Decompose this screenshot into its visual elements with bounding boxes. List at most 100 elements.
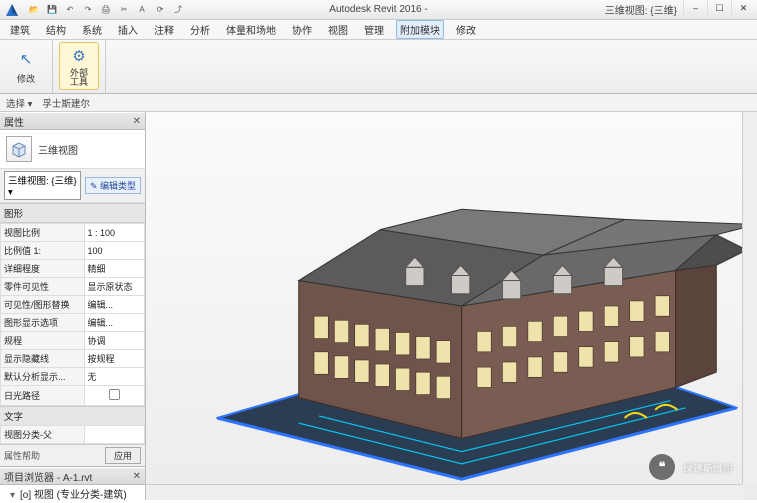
viewport-scrollbar-vertical[interactable]	[742, 112, 757, 484]
prop-val-checkbox[interactable]	[84, 386, 144, 406]
main-area: 属性 ✕ 三维视图 三维视图: {三维} ▾ ✎ 编辑类型 图形 视图比例1 :…	[0, 112, 757, 500]
tab-annotate[interactable]: 注释	[150, 20, 178, 39]
prop-val[interactable]: 1 : 100	[84, 224, 144, 242]
type-label: 三维视图	[38, 142, 78, 157]
tab-analyze[interactable]: 分析	[186, 20, 214, 39]
tab-view[interactable]: 视图	[324, 20, 352, 39]
file-info: 三维视图: {三维}	[605, 2, 677, 17]
prop-key: 显示隐藏线	[1, 350, 85, 368]
browser-close-icon[interactable]: ✕	[133, 471, 141, 482]
maximize-button[interactable]: ☐	[707, 0, 731, 16]
properties-header[interactable]: 属性 ✕	[0, 112, 145, 130]
prop-key: 视图比例	[1, 224, 85, 242]
prop-key: 可见性/图形替换	[1, 296, 85, 314]
qat-text-icon[interactable]: A	[135, 3, 149, 17]
properties-panel: 属性 ✕ 三维视图 三维视图: {三维} ▾ ✎ 编辑类型 图形 视图比例1 :…	[0, 112, 145, 467]
qat-cut-icon[interactable]: ✂	[117, 3, 131, 17]
project-browser[interactable]: ▾[o] 视图 (专业分类-建筑) ▾01建模 ▾ 楼层平面 -1F -2F 1…	[0, 485, 145, 500]
cursor-icon: ↖	[15, 48, 37, 70]
watermark: ❝ 绿建斯维尔	[649, 454, 733, 480]
edit-type-button[interactable]: ✎ 编辑类型	[85, 177, 141, 194]
properties-footer: 属性帮助 应用	[0, 444, 145, 466]
prop-val[interactable]: 编辑...	[84, 296, 144, 314]
category-text: 文字	[0, 406, 145, 425]
qat-open-icon[interactable]: 📂	[27, 3, 41, 17]
tab-collaborate[interactable]: 协作	[288, 20, 316, 39]
minimize-button[interactable]: –	[683, 0, 707, 16]
external-tools-button[interactable]: ⚙ 外部 工具	[59, 42, 99, 90]
ribbon-group-select: ↖ 修改	[0, 40, 53, 93]
prop-val[interactable]: 无	[84, 368, 144, 386]
app-logo	[3, 1, 21, 19]
window-buttons: – ☐ ✕	[683, 0, 755, 16]
building-model	[146, 112, 757, 500]
properties-table-2: 视图分类-父	[0, 425, 145, 444]
qat-print-icon[interactable]: 🖨	[99, 3, 113, 17]
app-title: Autodesk Revit 2016 -	[329, 4, 427, 15]
sunpath-checkbox[interactable]	[109, 389, 120, 400]
prop-val[interactable]: 100	[84, 242, 144, 260]
tab-massing[interactable]: 体量和场地	[222, 20, 280, 39]
prop-row: 规程协调	[1, 332, 145, 350]
properties-table: 视图比例1 : 100 比例值 1:100 详细程度精细 零件可见性显示原状态 …	[0, 223, 145, 406]
prop-key: 详细程度	[1, 260, 85, 278]
qat-sync-icon[interactable]: ⟳	[153, 3, 167, 17]
qat-redo-icon[interactable]: ↷	[81, 3, 95, 17]
prop-val[interactable]: 精细	[84, 260, 144, 278]
browser-header[interactable]: 项目浏览器 - A-1.rvt ✕	[0, 467, 145, 485]
apply-button[interactable]: 应用	[105, 447, 141, 464]
prop-key: 默认分析显示...	[1, 368, 85, 386]
viewport-3d[interactable]	[146, 112, 757, 500]
qat-undo-icon[interactable]: ↶	[63, 3, 77, 17]
prop-val[interactable]: 显示原状态	[84, 278, 144, 296]
type-selector[interactable]: 三维视图	[0, 130, 145, 168]
instance-combo[interactable]: 三维视图: {三维} ▾	[4, 171, 81, 200]
prop-row: 比例值 1:100	[1, 242, 145, 260]
browser-title: 项目浏览器 - A-1.rvt	[4, 469, 92, 484]
browser-root[interactable]: ▾[o] 视图 (专业分类-建筑)	[10, 485, 145, 500]
tab-systems[interactable]: 系统	[78, 20, 106, 39]
properties-close-icon[interactable]: ✕	[133, 116, 141, 127]
prop-row: 日光路径	[1, 386, 145, 406]
tab-manage[interactable]: 管理	[360, 20, 388, 39]
close-button[interactable]: ✕	[731, 0, 755, 16]
ribbon-panel: ↖ 修改 ⚙ 外部 工具	[0, 40, 757, 94]
select-dropdown[interactable]: 选择 ▾	[6, 96, 32, 110]
instance-row: 三维视图: {三维} ▾ ✎ 编辑类型	[0, 168, 145, 203]
prop-row: 可见性/图形替换编辑...	[1, 296, 145, 314]
wechat-icon: ❝	[649, 454, 675, 480]
prop-val[interactable]: 编辑...	[84, 314, 144, 332]
prop-val[interactable]: 协调	[84, 332, 144, 350]
ribbon-group-external: ⚙ 外部 工具	[53, 40, 106, 93]
properties-title: 属性	[4, 114, 24, 129]
prop-key: 比例值 1:	[1, 242, 85, 260]
prop-row: 视图比例1 : 100	[1, 224, 145, 242]
prop-row: 视图分类-父	[1, 426, 145, 444]
viewport-scrollbar-horizontal[interactable]	[146, 484, 742, 500]
prop-key: 规程	[1, 332, 85, 350]
title-bar: 📂 💾 ↶ ↷ 🖨 ✂ A ⟳ ⤴ Autodesk Revit 2016 - …	[0, 0, 757, 20]
prop-val[interactable]	[84, 426, 144, 444]
modify-button[interactable]: ↖ 修改	[6, 42, 46, 90]
qat-more-icon[interactable]: ⤴	[171, 3, 185, 17]
prop-val[interactable]: 按规程	[84, 350, 144, 368]
tab-insert[interactable]: 插入	[114, 20, 142, 39]
watermark-text: 绿建斯维尔	[683, 460, 733, 475]
options-bar: 选择 ▾ 孚士斯建尔	[0, 94, 757, 112]
prop-key: 日光路径	[1, 386, 85, 406]
gear-icon: ⚙	[68, 45, 90, 67]
prop-row: 详细程度精细	[1, 260, 145, 278]
tab-addins[interactable]: 附加模块	[396, 20, 444, 39]
qat-save-icon[interactable]: 💾	[45, 3, 59, 17]
prop-row: 显示隐藏线按规程	[1, 350, 145, 368]
ribbon-tabs: 建筑 结构 系统 插入 注释 分析 体量和场地 协作 视图 管理 附加模块 修改	[0, 20, 757, 40]
properties-help-link[interactable]: 属性帮助	[4, 449, 40, 462]
tab-modify[interactable]: 修改	[452, 20, 480, 39]
prop-row: 零件可见性显示原状态	[1, 278, 145, 296]
tab-architecture[interactable]: 建筑	[6, 20, 34, 39]
tab-structure[interactable]: 结构	[42, 20, 70, 39]
view-cube-icon	[6, 136, 32, 162]
plugin-name: 孚士斯建尔	[42, 96, 90, 110]
prop-key: 视图分类-父	[1, 426, 85, 444]
prop-row: 图形显示选项编辑...	[1, 314, 145, 332]
